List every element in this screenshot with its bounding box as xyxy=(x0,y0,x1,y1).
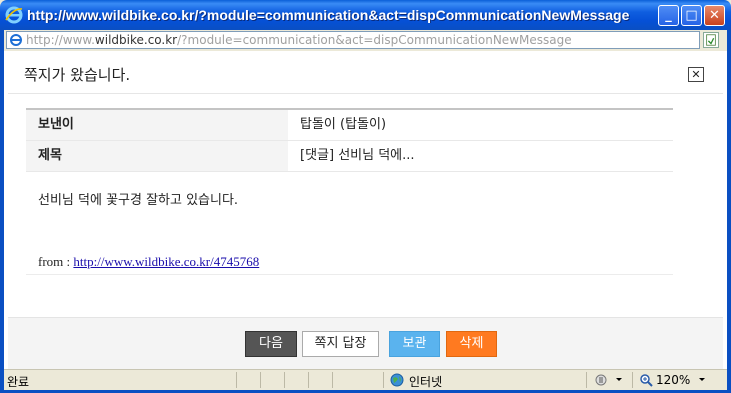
header-divider xyxy=(8,93,723,94)
body-divider xyxy=(26,274,673,275)
url-domain: wildbike.co.kr xyxy=(94,33,178,47)
url-field[interactable]: http://www.wildbike.co.kr/?module=commun… xyxy=(6,31,700,49)
message-table: 보낸이 탑돌이 (탑돌이) 제목 [댓글] 선비님 덕에... xyxy=(26,108,673,172)
page-icon xyxy=(10,34,22,46)
subject-value: [댓글] 선비님 덕에... xyxy=(300,148,415,163)
window-frame-right xyxy=(727,30,731,393)
zoom-icon[interactable] xyxy=(639,373,653,387)
go-icon[interactable] xyxy=(703,32,719,48)
url-path: /?module=communication&act=dispCommunica… xyxy=(177,33,572,47)
from-label: from : xyxy=(38,254,74,269)
content-area: 쪽지가 왔습니다. ✕ 보낸이 탑돌이 (탑돌이) 제목 [댓글] 선비님 덕에… xyxy=(4,51,727,370)
status-divider xyxy=(236,372,237,388)
chevron-down-icon[interactable] xyxy=(616,378,622,381)
maximize-button[interactable]: □ xyxy=(681,5,702,26)
subject-label: 제목 xyxy=(26,141,288,171)
from-link[interactable]: http://www.wildbike.co.kr/4745768 xyxy=(73,254,259,269)
status-divider xyxy=(260,372,261,388)
table-row: 보낸이 탑돌이 (탑돌이) xyxy=(26,110,673,141)
zoom-level[interactable]: 120% xyxy=(656,373,690,387)
globe-icon xyxy=(390,373,404,387)
status-divider xyxy=(632,372,633,388)
minimize-button[interactable]: _ xyxy=(658,5,679,26)
button-bar: 다음 쪽지 답장 보관 삭제 xyxy=(8,317,723,370)
close-icon[interactable]: ✕ xyxy=(688,67,704,82)
next-button[interactable]: 다음 xyxy=(245,331,297,357)
status-divider xyxy=(332,372,333,388)
status-text: 완료 xyxy=(7,375,30,389)
table-row: 제목 [댓글] 선비님 덕에... xyxy=(26,141,673,172)
from-line: from : http://www.wildbike.co.kr/4745768 xyxy=(38,254,259,270)
page-title: 쪽지가 왔습니다. xyxy=(24,66,131,84)
save-button[interactable]: 보관 xyxy=(389,331,440,357)
url-text: http://www.wildbike.co.kr/?module=commun… xyxy=(26,33,572,47)
status-divider xyxy=(383,372,384,388)
url-prefix: http://www. xyxy=(26,33,95,47)
window-close-button[interactable]: ✕ xyxy=(704,5,725,26)
chevron-down-icon[interactable] xyxy=(699,378,705,381)
status-divider xyxy=(586,372,587,388)
status-divider xyxy=(308,372,309,388)
reply-button[interactable]: 쪽지 답장 xyxy=(302,331,379,357)
message-body: 선비님 덕에 꽃구경 잘하고 있습니다. xyxy=(38,193,239,208)
popup-blocker-icon[interactable] xyxy=(594,373,610,387)
sender-label: 보낸이 xyxy=(26,110,288,140)
zone-text: 인터넷 xyxy=(409,375,443,389)
delete-button[interactable]: 삭제 xyxy=(446,331,497,357)
address-bar: http://www.wildbike.co.kr/?module=commun… xyxy=(4,30,727,51)
status-divider xyxy=(284,372,285,388)
ie-logo-icon xyxy=(5,6,23,24)
window-title: http://www.wildbike.co.kr/?module=commun… xyxy=(27,7,630,23)
window-titlebar[interactable]: http://www.wildbike.co.kr/?module=commun… xyxy=(0,0,731,30)
sender-value: 탑돌이 (탑돌이) xyxy=(300,117,387,132)
status-bar: 완료 인터넷 120% xyxy=(4,369,727,390)
